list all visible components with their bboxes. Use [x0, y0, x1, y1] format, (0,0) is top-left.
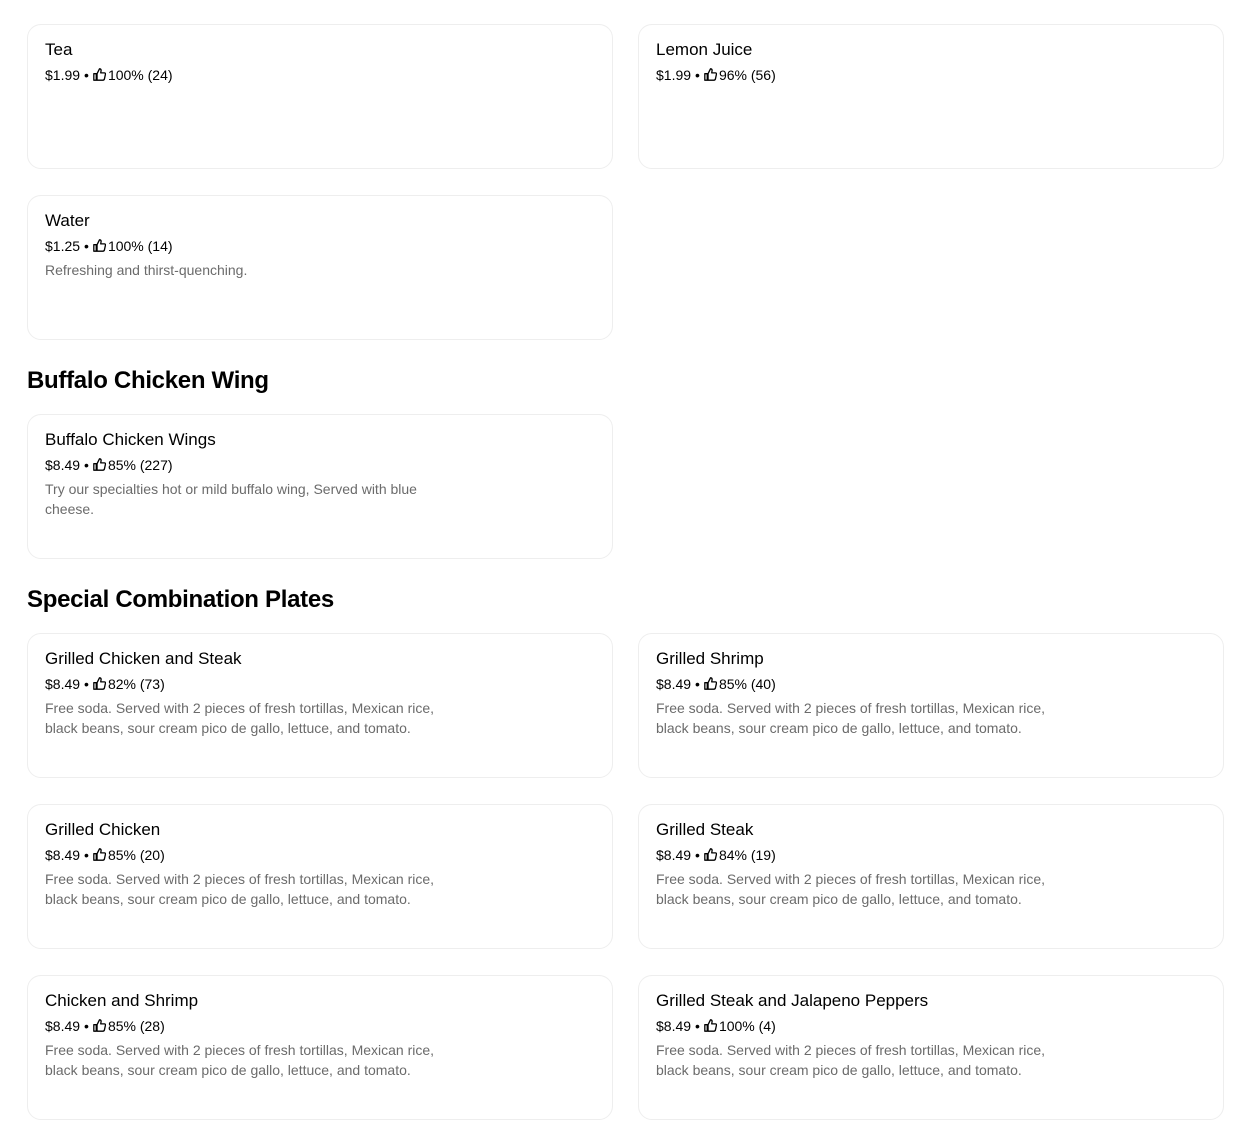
menu-item-description: Free soda. Served with 2 pieces of fresh…: [656, 700, 1046, 736]
menu-item-meta: $8.49 • 85% (40): [656, 674, 776, 694]
menu-item-rating: 85% (28): [107, 1018, 165, 1034]
menu-item-name: Grilled Shrimp: [656, 649, 764, 668]
meta-separator: •: [695, 847, 700, 863]
menu-item-name: Grilled Steak and Jalapeno Peppers: [656, 991, 929, 1010]
menu-item-name: Chicken and Shrimp: [45, 991, 199, 1010]
menu-item-description: Free soda. Served with 2 pieces of fresh…: [45, 700, 435, 736]
menu-item-meta: $8.49 • 84% (19): [656, 845, 776, 865]
menu-item-name: Grilled Steak: [656, 820, 754, 839]
meta-separator: •: [695, 676, 700, 692]
thumbs-up-icon: [704, 676, 717, 690]
menu-item-price: $8.49: [45, 676, 81, 692]
thumbs-up-icon: [93, 1018, 106, 1032]
menu-item-price: $8.49: [656, 676, 692, 692]
meta-separator: •: [695, 67, 700, 83]
thumbs-up-icon: [93, 238, 106, 252]
menu-item-meta: $1.99 • 96% (56): [656, 65, 776, 85]
menu-item-rating: 100% (4): [718, 1018, 776, 1034]
meta-separator: •: [84, 1018, 89, 1034]
menu-item-description: Free soda. Served with 2 pieces of fresh…: [656, 1042, 1046, 1078]
menu-item-card[interactable]: Buffalo Chicken Wings $8.49 • 85% (227) …: [27, 414, 613, 559]
thumbs-up-icon: [704, 1018, 717, 1032]
menu-item-meta: $8.49 • 85% (227): [45, 455, 173, 475]
menu-item-meta: $1.25 • 100% (14): [45, 236, 173, 256]
menu-item-price: $8.49: [656, 1018, 692, 1034]
menu-item-name: Grilled Chicken and Steak: [45, 649, 242, 668]
menu-item-meta: $8.49 • 100% (4): [656, 1016, 776, 1036]
menu-item-price: $8.49: [656, 847, 692, 863]
section-title-buffalo-chicken-wing: Buffalo Chicken Wing: [27, 367, 269, 394]
menu-item-meta: $8.49 • 85% (20): [45, 845, 165, 865]
menu-item-rating: 100% (14): [107, 238, 173, 254]
menu-item-card[interactable]: Grilled Chicken $8.49 • 85% (20) Free so…: [27, 804, 613, 949]
menu-item-card[interactable]: Tea $1.99 • 100% (24): [27, 24, 613, 169]
menu-item-card[interactable]: Chicken and Shrimp $8.49 • 85% (28) Free…: [27, 975, 613, 1120]
menu-item-card[interactable]: Lemon Juice $1.99 • 96% (56): [638, 24, 1224, 169]
menu-item-name: Water: [45, 211, 90, 230]
menu-item-card[interactable]: Water $1.25 • 100% (14) Refreshing and t…: [27, 195, 613, 340]
menu-item-card[interactable]: Grilled Shrimp $8.49 • 85% (40) Free sod…: [638, 633, 1224, 778]
thumbs-up-icon: [93, 457, 106, 471]
thumbs-up-icon: [93, 847, 106, 861]
menu-item-rating: 82% (73): [107, 676, 165, 692]
menu-item-name: Grilled Chicken: [45, 820, 161, 839]
menu-item-name: Buffalo Chicken Wings: [45, 430, 216, 449]
thumbs-up-icon: [704, 847, 717, 861]
menu-item-price: $1.25: [45, 238, 81, 254]
section-title-special-combination-plates: Special Combination Plates: [27, 586, 334, 613]
menu-item-description: Free soda. Served with 2 pieces of fresh…: [45, 871, 435, 907]
meta-separator: •: [84, 238, 89, 254]
menu-item-rating: 84% (19): [718, 847, 776, 863]
thumbs-up-icon: [704, 67, 717, 81]
menu-item-card[interactable]: Grilled Steak $8.49 • 84% (19) Free soda…: [638, 804, 1224, 949]
menu-item-name: Lemon Juice: [656, 40, 753, 59]
menu-item-card[interactable]: Grilled Steak and Jalapeno Peppers $8.49…: [638, 975, 1224, 1120]
menu-item-rating: 85% (227): [107, 457, 173, 473]
menu-item-card[interactable]: Grilled Chicken and Steak $8.49 • 82% (7…: [27, 633, 613, 778]
menu-item-description: Free soda. Served with 2 pieces of fresh…: [656, 871, 1046, 907]
thumbs-up-icon: [93, 676, 106, 690]
menu-item-price: $1.99: [45, 67, 81, 83]
menu-item-description: Refreshing and thirst-quenching.: [45, 262, 248, 278]
meta-separator: •: [695, 1018, 700, 1034]
meta-separator: •: [84, 676, 89, 692]
thumbs-up-icon: [93, 67, 106, 81]
menu-item-price: $8.49: [45, 457, 81, 473]
menu-item-rating: 85% (20): [107, 847, 165, 863]
menu-item-name: Tea: [45, 40, 73, 59]
menu-item-price: $8.49: [45, 847, 81, 863]
menu-item-meta: $8.49 • 85% (28): [45, 1016, 165, 1036]
menu-item-rating: 100% (24): [107, 67, 173, 83]
menu-item-meta: $1.99 • 100% (24): [45, 65, 173, 85]
meta-separator: •: [84, 847, 89, 863]
menu-item-price: $1.99: [656, 67, 692, 83]
menu-item-description: Free soda. Served with 2 pieces of fresh…: [45, 1042, 435, 1078]
menu-item-description: Try our specialties hot or mild buffalo …: [45, 481, 417, 517]
menu-item-rating: 96% (56): [718, 67, 776, 83]
meta-separator: •: [84, 457, 89, 473]
menu-item-rating: 85% (40): [718, 676, 776, 692]
menu-item-price: $8.49: [45, 1018, 81, 1034]
menu-item-meta: $8.49 • 82% (73): [45, 674, 165, 694]
meta-separator: •: [84, 67, 89, 83]
